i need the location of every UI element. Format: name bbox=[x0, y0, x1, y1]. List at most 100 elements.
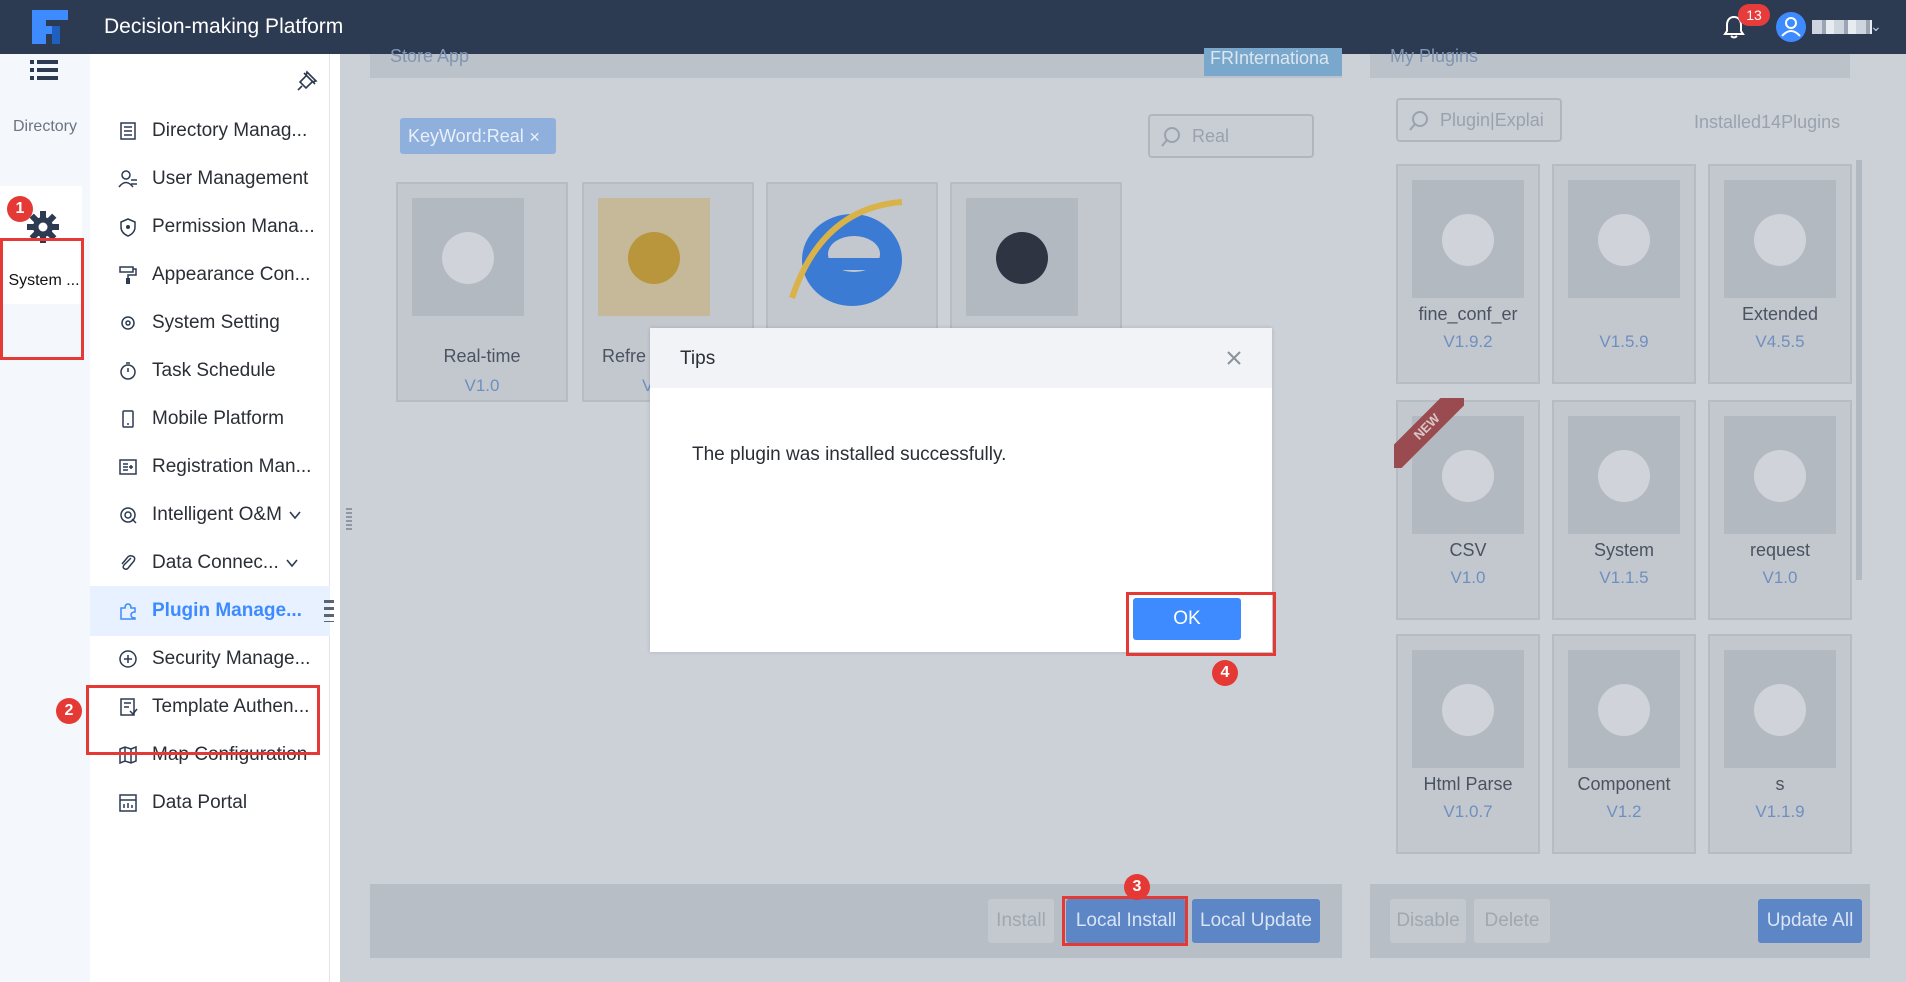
plugin-thumbnail bbox=[1412, 650, 1524, 768]
menu-item-label: Appearance Con... bbox=[152, 264, 311, 285]
install-button[interactable]: Install bbox=[988, 899, 1054, 943]
puzzle-icon bbox=[120, 603, 136, 620]
puzzle-icon bbox=[1754, 214, 1806, 266]
store-title: Store App bbox=[390, 46, 470, 66]
drag-handle-icon[interactable] bbox=[324, 600, 334, 622]
installed-plugin-card[interactable]: V1.5.9 bbox=[1552, 164, 1696, 384]
new-badge: NEW bbox=[1394, 398, 1464, 468]
scrollbar[interactable] bbox=[1856, 160, 1862, 580]
menu-item-user-management[interactable]: User Management bbox=[90, 154, 330, 204]
menu-item-permission-mana[interactable]: Permission Mana... bbox=[90, 202, 330, 252]
monitor-icon bbox=[996, 232, 1048, 284]
installed-plugin-card[interactable]: Extended V4.5.5 bbox=[1708, 164, 1852, 384]
menu-item-label: Directory Manag... bbox=[152, 120, 308, 141]
keyword-tag-label: KeyWord:Real bbox=[408, 126, 524, 146]
update-all-button[interactable]: Update All bbox=[1758, 899, 1862, 943]
highlight-box-4 bbox=[1126, 592, 1276, 656]
store-search-input[interactable]: Real bbox=[1148, 114, 1314, 158]
menu-item-label: User Management bbox=[152, 168, 309, 189]
menu-item-label: Data Connec... bbox=[152, 552, 279, 573]
store-tab-label[interactable]: FRInternationa bbox=[1210, 48, 1342, 69]
plugin-name: CSV bbox=[1449, 540, 1487, 560]
chevron-down-icon[interactable]: ⌄ bbox=[1870, 18, 1882, 35]
plugin-name: fine_conf_er bbox=[1418, 304, 1518, 324]
store-search-value: Real bbox=[1192, 126, 1230, 146]
my-plugins-title: My Plugins bbox=[1390, 46, 1479, 66]
plugin-thumbnail bbox=[1568, 180, 1680, 298]
phone-icon bbox=[122, 410, 134, 428]
resize-handle[interactable] bbox=[346, 508, 352, 530]
menu-item-label: Intelligent O&M bbox=[152, 504, 282, 525]
installed-plugin-card[interactable]: fine_conf_er V1.9.2 bbox=[1396, 164, 1540, 384]
plugin-name: Real-time bbox=[443, 346, 521, 366]
plugin-name: System bbox=[1593, 540, 1654, 560]
pin-icon[interactable] bbox=[296, 70, 318, 92]
puzzle-icon bbox=[1442, 684, 1494, 736]
menu-item-registration-man[interactable]: Registration Man... bbox=[90, 442, 330, 492]
menu-item-directory-manag[interactable]: Directory Manag... bbox=[90, 106, 330, 156]
stopwatch-icon bbox=[120, 362, 136, 380]
portal-icon bbox=[119, 794, 137, 812]
close-icon[interactable]: ✕ bbox=[529, 129, 541, 145]
chevron-down-icon[interactable] bbox=[285, 556, 299, 570]
installed-plugin-card[interactable]: Html Parse V1.0.7 bbox=[1396, 634, 1540, 854]
puzzle-icon bbox=[1598, 450, 1650, 502]
menu-item-plugin-manage[interactable]: Plugin Manage... bbox=[90, 586, 330, 636]
installed-plugin-card[interactable]: Component V1.2 bbox=[1552, 634, 1696, 854]
directory-icon bbox=[120, 122, 136, 140]
search-icon bbox=[1161, 127, 1180, 147]
installed-plugin-card[interactable]: s V1.1.9 bbox=[1708, 634, 1852, 854]
disable-button[interactable]: Disable bbox=[1390, 899, 1466, 943]
menu-item-intelligent-o-m[interactable]: Intelligent O&M bbox=[90, 490, 330, 540]
menu-item-label: Plugin Manage... bbox=[152, 600, 302, 621]
highlight-box-1 bbox=[0, 238, 84, 360]
menu-item-system-setting[interactable]: System Setting bbox=[90, 298, 330, 348]
callout-badge: 1 bbox=[7, 196, 33, 222]
store-plugin-card[interactable]: Real-time V1.0 bbox=[396, 182, 568, 402]
avatar[interactable] bbox=[1776, 12, 1806, 42]
puzzle-icon bbox=[1598, 684, 1650, 736]
puzzle-icon bbox=[1442, 214, 1494, 266]
puzzle-icon bbox=[1754, 684, 1806, 736]
menu-item-appearance-con[interactable]: Appearance Con... bbox=[90, 250, 330, 300]
dialog-header bbox=[650, 328, 1272, 388]
user-name-redacted[interactable] bbox=[1812, 20, 1872, 34]
menu-item-task-schedule[interactable]: Task Schedule bbox=[90, 346, 330, 396]
menu-item-mobile-platform[interactable]: Mobile Platform bbox=[90, 394, 330, 444]
plugin-thumbnail bbox=[1412, 180, 1524, 298]
highlight-box-2 bbox=[86, 685, 320, 755]
close-icon[interactable] bbox=[1218, 342, 1250, 374]
chevron-down-icon[interactable] bbox=[288, 508, 302, 522]
dialog-title: Tips bbox=[680, 348, 716, 369]
menu-item-data-connec[interactable]: Data Connec... bbox=[90, 538, 330, 588]
shield-icon bbox=[120, 218, 136, 237]
keyword-tag[interactable]: KeyWord:Real ✕ bbox=[400, 118, 556, 154]
fine-logo-icon[interactable] bbox=[28, 6, 72, 48]
menu-item-label: Permission Mana... bbox=[152, 216, 315, 237]
installed-plugin-card[interactable]: request V1.0 bbox=[1708, 400, 1852, 620]
delete-button[interactable]: Delete bbox=[1474, 899, 1550, 943]
registration-icon bbox=[119, 459, 137, 475]
plugin-version: V1.5.9 bbox=[1599, 332, 1649, 351]
plugin-version: V1.9.2 bbox=[1443, 332, 1493, 351]
dialog-message: The plugin was installed successfully. bbox=[692, 444, 1007, 465]
plugin-version: V1.0 bbox=[464, 376, 500, 395]
user-avatar-icon bbox=[1781, 17, 1801, 37]
menu-item-label: System Setting bbox=[152, 312, 280, 333]
rail-directory-label[interactable]: Directory bbox=[0, 118, 90, 136]
search-icon bbox=[1409, 111, 1428, 131]
local-update-button[interactable]: Local Update bbox=[1192, 899, 1320, 943]
plugin-version: V1.0 bbox=[1450, 568, 1486, 587]
plugin-thumbnail bbox=[1724, 416, 1836, 534]
puzzle-icon bbox=[1754, 450, 1806, 502]
list-icon[interactable] bbox=[30, 58, 58, 82]
new-badge-label: NEW bbox=[1394, 398, 1464, 468]
menu-item-data-portal[interactable]: Data Portal bbox=[90, 778, 330, 828]
menu-item-label: Data Portal bbox=[152, 792, 248, 813]
plugin-version: V1.2 bbox=[1606, 802, 1642, 821]
my-plugins-search-input[interactable]: Plugin|Explai bbox=[1396, 98, 1562, 142]
plugin-name: Extended bbox=[1741, 304, 1819, 324]
menu-item-security-manage[interactable]: Security Manage... bbox=[90, 634, 330, 684]
installed-plugin-card[interactable]: System V1.1.5 bbox=[1552, 400, 1696, 620]
paint-roller-icon bbox=[119, 266, 137, 284]
